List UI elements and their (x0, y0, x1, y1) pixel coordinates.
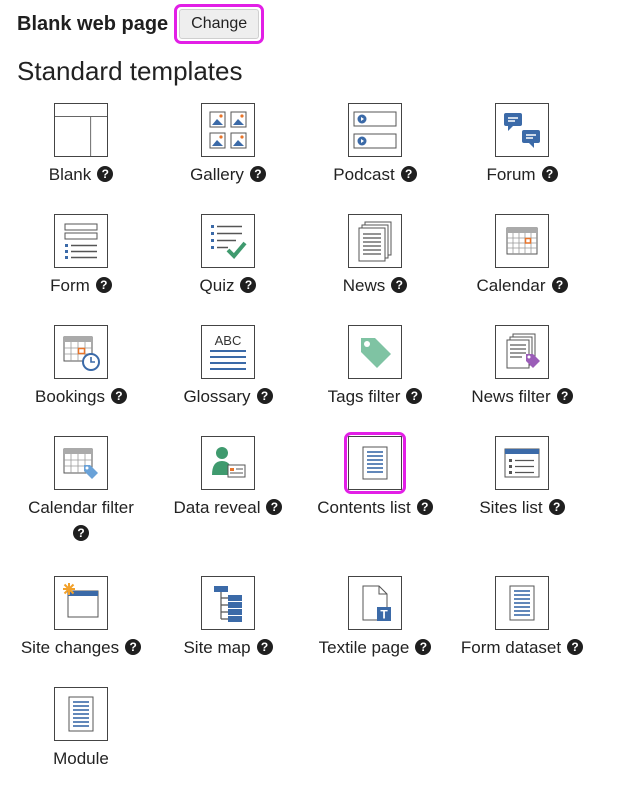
template-forum[interactable]: Forum? (447, 103, 597, 186)
template-calendar-filter[interactable]: Calendar filter? (6, 436, 156, 541)
template-glossary[interactable]: ABC Glossary? (153, 325, 303, 408)
template-bookings[interactable]: Bookings? (6, 325, 156, 408)
template-podcast[interactable]: Podcast? (300, 103, 450, 186)
template-form[interactable]: Form? (6, 214, 156, 297)
template-form-dataset[interactable]: Form dataset? (447, 576, 597, 659)
template-label: Gallery (190, 165, 244, 184)
help-icon[interactable]: ? (416, 498, 433, 515)
template-contents-list[interactable]: Contents list? (300, 432, 450, 519)
help-icon[interactable]: ? (541, 165, 558, 182)
template-data-reveal[interactable]: Data reveal? (153, 436, 303, 519)
template-textile-page[interactable]: T Textile page? (300, 576, 450, 659)
template-label: Quiz (199, 276, 235, 295)
form-icon[interactable] (54, 214, 108, 268)
template-label: Site changes (20, 638, 120, 657)
help-icon[interactable]: ? (406, 387, 423, 404)
template-news-filter[interactable]: News filter? (447, 325, 597, 408)
quiz-icon[interactable] (201, 214, 255, 268)
help-icon[interactable]: ? (391, 276, 408, 293)
template-module[interactable]: Module (6, 687, 156, 770)
template-label: Podcast (333, 165, 395, 184)
template-label: Form dataset (460, 638, 562, 657)
textile-page-icon[interactable]: T (348, 576, 402, 630)
template-gallery[interactable]: Gallery? (153, 103, 303, 186)
page-type-title: Blank web page (17, 12, 169, 35)
data-reveal-icon[interactable] (201, 436, 255, 490)
template-label: Glossary (183, 387, 251, 406)
help-icon[interactable]: ? (551, 276, 568, 293)
template-label: Tags filter (327, 387, 401, 406)
calendar-icon[interactable] (495, 214, 549, 268)
template-label: Module (53, 749, 109, 768)
form-dataset-icon[interactable] (495, 576, 549, 630)
svg-text:ABC: ABC (215, 333, 242, 348)
template-label: Contents list (317, 498, 411, 517)
change-button-highlight: Change (174, 4, 265, 44)
module-icon[interactable] (54, 687, 108, 741)
help-icon[interactable]: ? (256, 387, 273, 404)
help-icon[interactable]: ? (95, 276, 112, 293)
help-icon[interactable]: ? (249, 165, 266, 182)
news-filter-icon[interactable] (495, 325, 549, 379)
bookings-icon[interactable] (54, 325, 108, 379)
section-title: Standard templates (17, 56, 243, 86)
template-label: Calendar filter (28, 498, 134, 517)
sites-list-icon[interactable] (495, 436, 549, 490)
site-map-icon[interactable] (201, 576, 255, 630)
template-calendar[interactable]: Calendar? (447, 214, 597, 297)
help-icon[interactable]: ? (266, 498, 283, 515)
help-icon[interactable]: ? (400, 165, 417, 182)
help-icon[interactable]: ? (415, 638, 432, 655)
help-icon[interactable]: ? (73, 525, 89, 541)
template-site-changes[interactable]: Site changes? (6, 576, 156, 659)
svg-text:T: T (380, 608, 388, 622)
template-blank[interactable]: Blank? (6, 103, 156, 186)
gallery-icon[interactable] (201, 103, 255, 157)
news-icon[interactable] (348, 214, 402, 268)
help-icon[interactable]: ? (548, 498, 565, 515)
template-label: News filter (471, 387, 551, 406)
template-label: Bookings (35, 387, 105, 406)
template-site-map[interactable]: Site map? (153, 576, 303, 659)
help-icon[interactable]: ? (556, 387, 573, 404)
calendar-filter-icon[interactable] (54, 436, 108, 490)
help-icon[interactable]: ? (125, 638, 142, 655)
contents-list-icon[interactable] (344, 432, 406, 494)
template-quiz[interactable]: Quiz? (153, 214, 303, 297)
change-button[interactable]: Change (179, 9, 260, 39)
template-label: Form (50, 276, 90, 295)
help-icon[interactable]: ? (256, 638, 273, 655)
template-label: News (342, 276, 386, 295)
template-tags-filter[interactable]: Tags filter? (300, 325, 450, 408)
template-sites-list[interactable]: Sites list? (447, 436, 597, 519)
template-label: Data reveal (173, 498, 261, 517)
template-label: Site map (183, 638, 251, 657)
glossary-icon[interactable]: ABC (201, 325, 255, 379)
help-icon[interactable]: ? (97, 165, 114, 182)
template-label: Forum (486, 165, 536, 184)
page-header: Blank web page Change (17, 4, 265, 44)
template-label: Calendar (476, 276, 546, 295)
forum-icon[interactable] (495, 103, 549, 157)
template-label: Blank (48, 165, 92, 184)
help-icon[interactable]: ? (240, 276, 257, 293)
site-changes-icon[interactable] (54, 576, 108, 630)
template-label: Sites list (479, 498, 543, 517)
blank-layout-icon[interactable] (54, 103, 108, 157)
template-news[interactable]: News? (300, 214, 450, 297)
template-label: Textile page (318, 638, 410, 657)
podcast-icon[interactable] (348, 103, 402, 157)
tag-icon[interactable] (348, 325, 402, 379)
help-icon[interactable]: ? (567, 638, 584, 655)
help-icon[interactable]: ? (110, 387, 127, 404)
